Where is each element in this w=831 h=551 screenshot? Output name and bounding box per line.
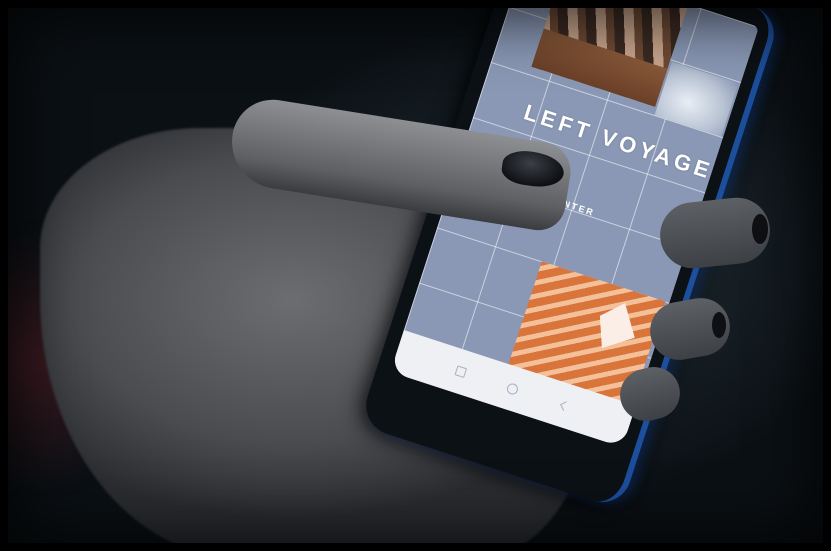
back-icon [560,400,570,411]
fingernail [712,312,726,338]
home-icon [506,381,521,396]
fingernail [752,214,768,244]
nav-recents-button[interactable] [454,364,469,379]
recents-icon [454,365,468,379]
photo-scene: LEFT VOYAGE ENTER [0,0,831,551]
nav-back-button[interactable] [557,398,572,413]
nav-home-button[interactable] [506,381,521,396]
